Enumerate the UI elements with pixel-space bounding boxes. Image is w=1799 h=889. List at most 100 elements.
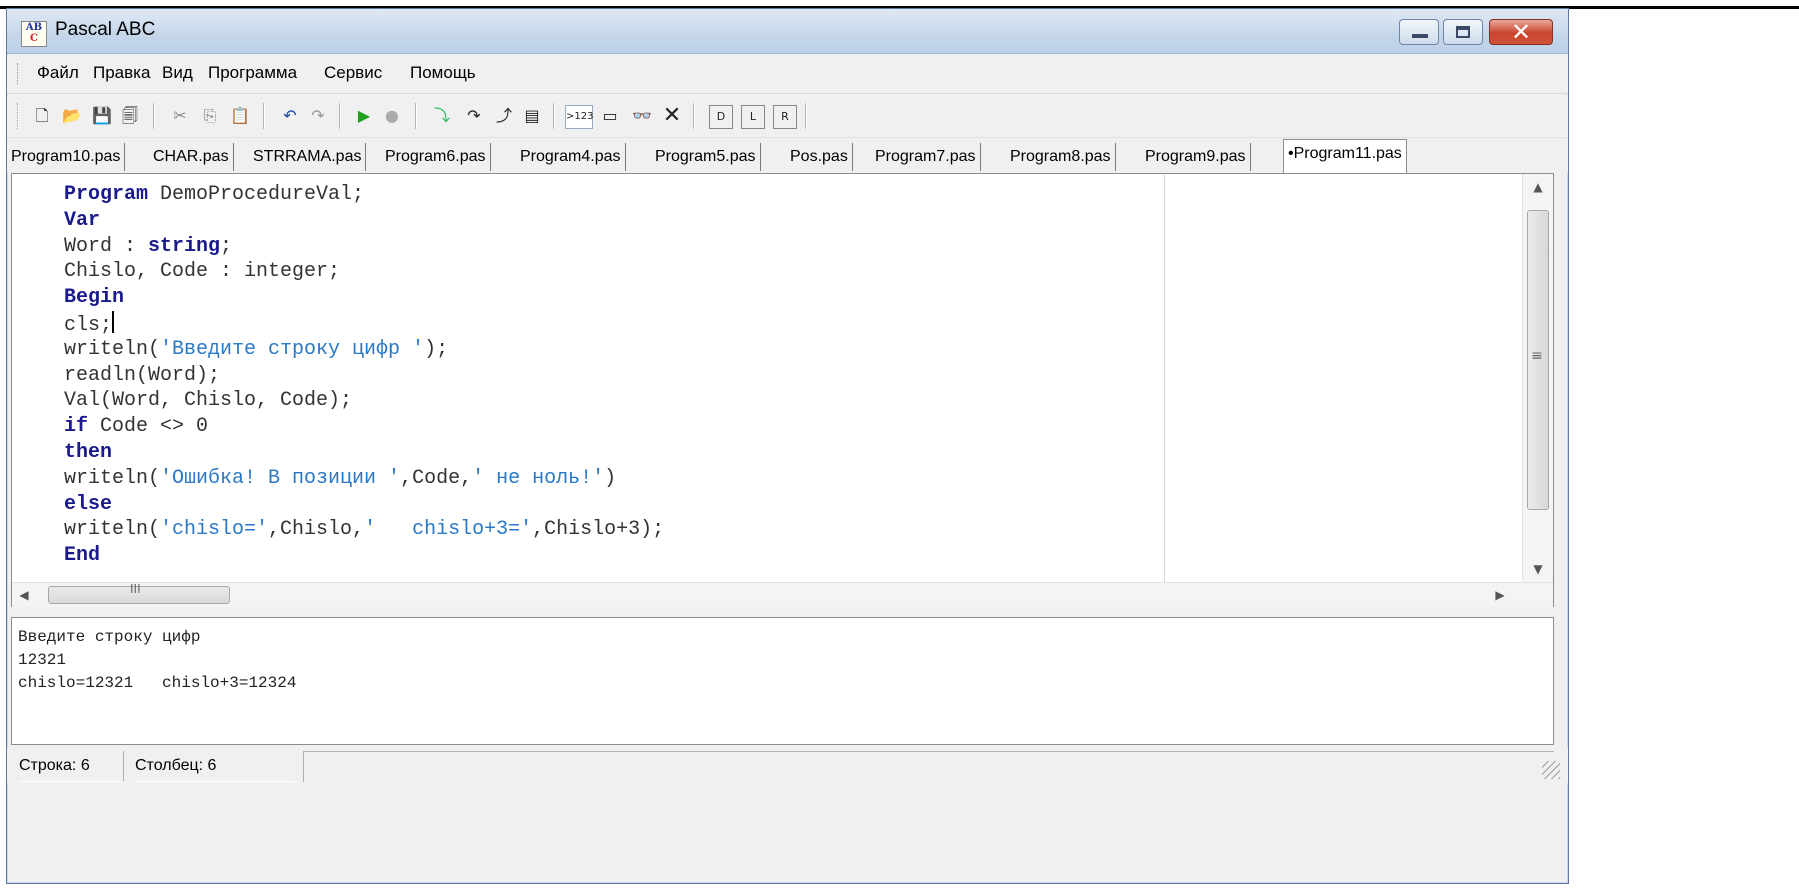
code-line[interactable]: cls;	[64, 310, 1164, 337]
save-all-icon[interactable]: 🗐	[119, 105, 141, 127]
output-line: chislo=12321 chislo+3=12324	[18, 674, 297, 692]
code-token: )	[604, 466, 617, 490]
toolbar: 🗋 📂 💾 🗐 ✂ ⎘ 📋 ↶ ↷ ▶ ⬤ ⤵ ↷ ⤴ ▤ >123 ▭ 👓 ✕…	[7, 95, 1568, 138]
code-line[interactable]: Program DemoProcedureVal;	[64, 182, 1164, 208]
undo-icon[interactable]: ↶	[279, 105, 301, 127]
window-icon[interactable]: ▭	[599, 105, 621, 127]
tab-strrama[interactable]: STRRAMA.pas	[249, 143, 367, 171]
code-line[interactable]: Var	[64, 208, 1164, 234]
scroll-left-icon[interactable]: ◀	[12, 583, 36, 607]
vertical-scrollbar[interactable]: ▲ ≡ ▼	[1522, 174, 1553, 582]
watch-icon[interactable]: ▤	[521, 105, 543, 127]
code-line[interactable]: writeln('Ошибка! В позиции ',Code,' не н…	[64, 466, 1164, 492]
code-token: Chislo, Code : integer;	[64, 260, 341, 284]
code-text[interactable]: Program DemoProcedureVal; Var Word : strin…	[64, 182, 1164, 582]
code-keyword: else	[64, 492, 113, 516]
code-line[interactable]: if Code <> 0	[64, 414, 1164, 440]
tab-program8[interactable]: Program8.pas	[1006, 143, 1116, 171]
save-icon[interactable]: 💾	[91, 105, 113, 127]
status-bar: Строка: 6 Столбец: 6	[7, 747, 1568, 783]
app-window: AB C Pascal ABC ✕ Файл Правка Вид Програ…	[6, 8, 1569, 884]
tab-program5[interactable]: Program5.pas	[651, 143, 761, 171]
app-icon-text-bottom: C	[30, 33, 38, 44]
paste-icon[interactable]: 📋	[229, 105, 251, 127]
close-icon[interactable]: ✕	[661, 105, 683, 127]
menu-program[interactable]: Программа	[208, 63, 297, 83]
code-line[interactable]: Val(Word, Chislo, Code);	[64, 388, 1164, 414]
menu-edit[interactable]: Правка	[93, 63, 150, 83]
code-line[interactable]: then	[64, 440, 1164, 466]
tab-char[interactable]: CHAR.pas	[149, 143, 234, 171]
scroll-down-icon[interactable]: ▼	[1523, 556, 1553, 582]
maximize-button[interactable]	[1443, 19, 1483, 45]
code-line[interactable]: readln(Word);	[64, 363, 1164, 389]
menu-view[interactable]: Вид	[162, 63, 193, 83]
menu-file[interactable]: Файл	[37, 63, 79, 83]
step-over-icon[interactable]: ↷	[463, 105, 485, 127]
code-line[interactable]: Begin	[64, 285, 1164, 311]
title-bar[interactable]: AB C Pascal ABC ✕	[7, 9, 1568, 54]
new-file-icon[interactable]: 🗋	[31, 105, 53, 127]
code-line[interactable]: writeln('Введите строку цифр ');	[64, 337, 1164, 363]
tab-program7[interactable]: Program7.pas	[871, 143, 981, 171]
code-token: ;	[220, 234, 233, 258]
code-keyword: Program	[64, 183, 149, 206]
toolbar-separator	[263, 103, 265, 129]
code-line[interactable]: else	[64, 492, 1164, 518]
output-line: Введите строку цифр	[18, 628, 201, 646]
step-out-icon[interactable]: ⤴	[493, 105, 515, 127]
tab-program10[interactable]: Program10.pas	[7, 143, 126, 171]
trace-icon[interactable]: >123	[565, 105, 593, 129]
close-icon: ✕	[1510, 18, 1532, 46]
tab-program9[interactable]: Program9.pas	[1141, 143, 1251, 171]
menu-service[interactable]: Сервис	[324, 63, 382, 83]
tab-program6[interactable]: Program6.pas	[381, 143, 491, 171]
scroll-right-icon[interactable]: ▶	[1488, 583, 1512, 607]
code-string: 'Введите строку цифр '	[160, 337, 425, 361]
code-token: Code <> 0	[88, 415, 209, 439]
redo-icon[interactable]: ↷	[307, 105, 329, 127]
code-string: ' не ноль!'	[472, 466, 605, 490]
code-token: Val(Word, Chislo, Code);	[64, 389, 353, 413]
tab-program11[interactable]: •Program11.pas	[1283, 139, 1407, 173]
format-l-icon[interactable]: L	[741, 105, 765, 129]
run-icon[interactable]: ▶	[353, 105, 375, 127]
code-keyword: if	[64, 415, 89, 439]
format-r-icon[interactable]: R	[773, 105, 797, 129]
code-token: writeln(	[64, 518, 161, 542]
toolbar-separator	[339, 103, 341, 129]
code-line[interactable]: End	[64, 543, 1164, 569]
tab-program4[interactable]: Program4.pas	[516, 143, 626, 171]
glasses-icon[interactable]: 👓	[631, 105, 653, 127]
stop-icon[interactable]: ⬤	[381, 105, 403, 127]
format-d-icon[interactable]: D	[709, 105, 733, 129]
code-line[interactable]: writeln('chislo=',Chislo,' chislo+3=',Ch…	[64, 517, 1164, 543]
code-line[interactable]: Chislo, Code : integer;	[64, 259, 1164, 285]
status-empty-panel	[303, 751, 1554, 782]
code-editor[interactable]: Program DemoProcedureVal; Var Word : strin…	[11, 173, 1554, 607]
minimize-button[interactable]	[1399, 19, 1439, 45]
horizontal-scrollbar[interactable]: ◀ III ▶	[12, 582, 1553, 607]
toolbar-separator	[805, 103, 807, 129]
output-window[interactable]: Введите строку цифр 12321 chislo=12321 c…	[11, 617, 1554, 745]
menu-help[interactable]: Помощь	[410, 63, 476, 83]
menu-bar: Файл Правка Вид Программа Сервис Помощь	[7, 55, 1568, 94]
tab-pos[interactable]: Pos.pas	[786, 143, 853, 171]
code-keyword: Begin	[64, 286, 125, 310]
cut-icon[interactable]: ✂	[169, 105, 191, 127]
code-token: Word :	[64, 234, 149, 258]
toolbar-grip	[17, 103, 19, 129]
code-string: ' chislo+3='	[364, 518, 533, 542]
file-tabs: Program10.pas CHAR.pas STRRAMA.pas Progr…	[7, 139, 1568, 173]
maximize-icon	[1456, 26, 1470, 38]
close-window-button[interactable]: ✕	[1489, 18, 1553, 46]
toolbar-separator	[153, 103, 155, 129]
open-folder-icon[interactable]: 📂	[61, 105, 83, 127]
copy-icon[interactable]: ⎘	[199, 105, 221, 127]
output-line: 12321	[18, 651, 67, 669]
right-margin-line	[1164, 174, 1165, 582]
scroll-up-icon[interactable]: ▲	[1523, 174, 1553, 200]
step-into-icon[interactable]: ⤵	[431, 105, 453, 127]
code-line[interactable]: Word : string;	[64, 234, 1164, 260]
resize-grip-icon[interactable]	[1542, 761, 1560, 779]
